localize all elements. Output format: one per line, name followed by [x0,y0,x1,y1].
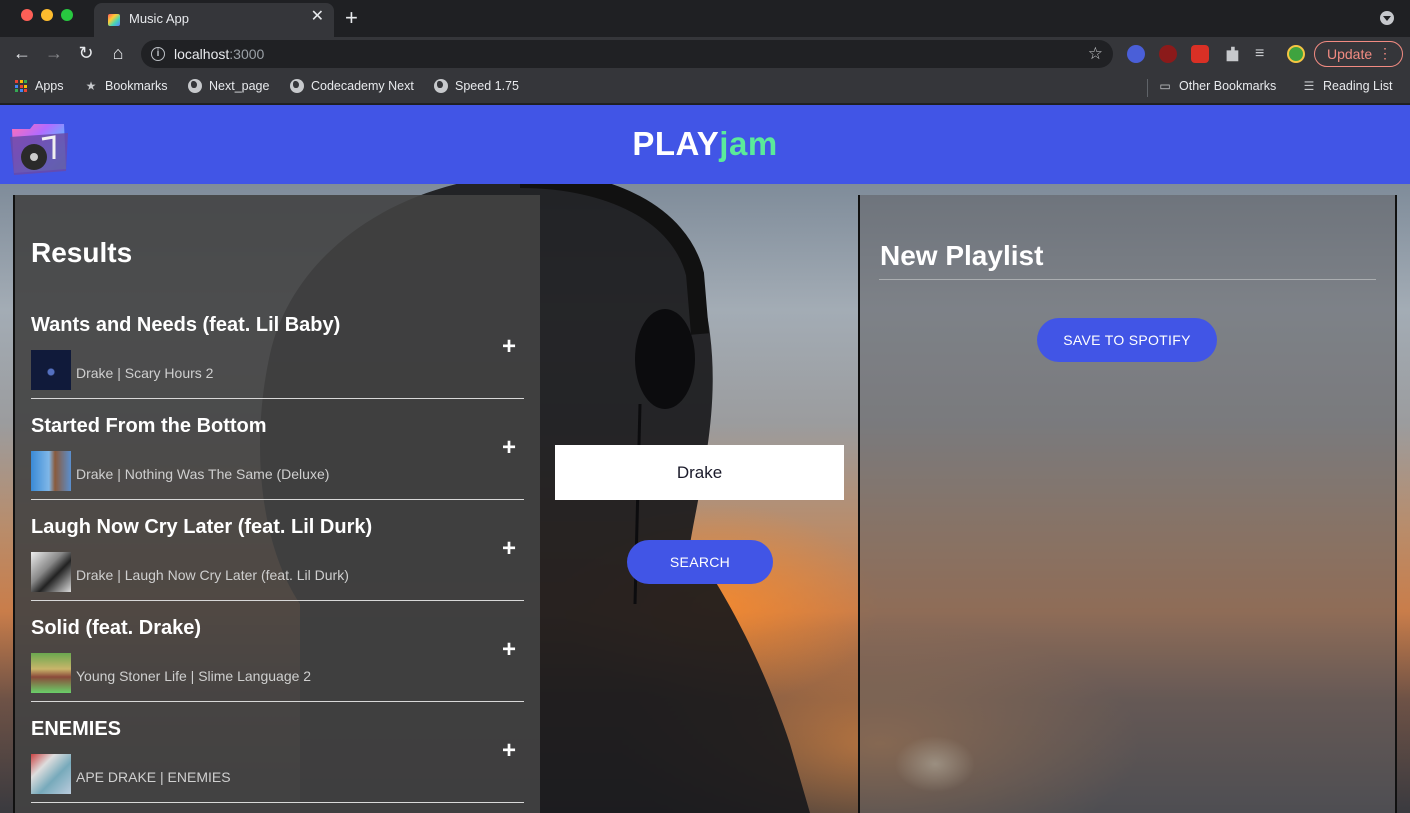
extension-red-icon[interactable] [1191,45,1209,63]
star-icon: ★ [85,79,97,93]
track-name: Wants and Needs (feat. Lil Baby) [31,314,341,336]
playlist-divider [879,279,1376,280]
playlist-panel: New Playlist SAVE TO SPOTIFY [860,195,1395,813]
browser-tabstrip: Music App ✕ + [0,0,1410,37]
bookmark-bookmarks[interactable]: ★ Bookmarks [84,79,168,93]
browser-toolbar: ← → ↻ ⌂ i localhost:3000 ☆ ≡ Update ⋮ [0,37,1410,71]
album-art [31,653,71,693]
home-icon[interactable]: ⌂ [107,42,129,64]
tab-title: Music App [129,11,189,26]
album-art [31,350,71,390]
results-panel: Results Wants and Needs (feat. Lil Baby)… [15,195,540,813]
globe-icon [188,79,202,93]
bookmark-speed[interactable]: Speed 1.75 [434,79,519,93]
album-art [31,451,71,491]
media-controls-icon[interactable]: ≡ [1255,45,1273,63]
tab-favicon-icon [108,14,120,26]
globe-icon [434,79,448,93]
back-arrow-icon[interactable]: ← [11,42,33,64]
album-art [31,552,71,592]
site-info-icon[interactable]: i [151,47,165,61]
track-row: Laugh Now Cry Later (feat. Lil Durk) Dra… [31,500,524,601]
add-track-button[interactable]: + [502,335,516,359]
track-artist-album: Drake | Laugh Now Cry Later (feat. Lil D… [76,567,349,583]
track-name: Solid (feat. Drake) [31,617,202,639]
bookmarks-bar: Apps ★ Bookmarks Next_page Codecademy Ne… [0,71,1410,104]
tab-close-icon[interactable]: ✕ [311,9,324,25]
bookmark-other[interactable]: ▭ Other Bookmarks [1158,79,1276,93]
track-name: Laugh Now Cry Later (feat. Lil Durk) [31,516,373,538]
track-name: ENEMIES [31,718,122,740]
search-input[interactable] [555,445,844,500]
brand-logo: PLAYjam [632,125,778,162]
track-row: ENEMIES APE DRAKE | ENEMIES + [31,702,524,803]
bookmark-reading-list[interactable]: ☰ Reading List [1302,79,1393,93]
save-to-spotify-button[interactable]: SAVE TO SPOTIFY [1037,318,1217,362]
extension-ublock-icon[interactable] [1159,45,1177,63]
track-row: Started From the Bottom Drake | Nothing … [31,399,524,500]
track-artist-album: APE DRAKE | ENEMIES [76,769,231,785]
forward-arrow-icon[interactable]: → [43,42,65,64]
track-name: Started From the Bottom [31,415,267,437]
new-tab-button[interactable]: + [345,7,358,29]
add-track-button[interactable]: + [502,638,516,662]
update-button[interactable]: Update ⋮ [1314,41,1403,67]
tab-search-icon[interactable] [1380,11,1394,25]
track-row: Wants and Needs (feat. Lil Baby) Drake |… [31,298,524,399]
reading-list-icon: ☰ [1303,79,1315,93]
apps-grid-icon [15,80,28,92]
track-artist-album: Drake | Nothing Was The Same (Deluxe) [76,466,330,482]
bookmarks-divider [1147,79,1148,97]
maximize-window-button[interactable] [61,9,73,21]
url-text[interactable]: localhost:3000 [174,46,264,62]
extension-ghost-icon[interactable] [1127,45,1145,63]
results-title: Results [31,237,133,268]
bookmark-codecademy[interactable]: Codecademy Next [290,79,414,93]
reload-icon[interactable]: ↻ [75,42,97,64]
album-art [31,754,71,794]
add-track-button[interactable]: + [502,436,516,460]
profile-avatar[interactable] [1287,45,1305,63]
track-artist-album: Drake | Scary Hours 2 [76,365,214,381]
add-track-button[interactable]: + [502,739,516,763]
bookmark-next-page[interactable]: Next_page [188,79,269,93]
close-window-button[interactable] [21,9,33,21]
playlist-name-input[interactable]: New Playlist [880,240,1043,272]
browser-tab-music-app[interactable]: Music App ✕ [94,3,334,37]
add-track-button[interactable]: + [502,537,516,561]
extensions-puzzle-icon[interactable] [1226,46,1239,62]
bookmark-apps[interactable]: Apps [15,79,64,93]
address-bar[interactable]: i localhost:3000 ☆ [141,40,1113,68]
browser-menu-icon[interactable]: ⋮ [1378,45,1392,62]
app-header: PLAYjam [0,105,1410,184]
search-button[interactable]: SEARCH [627,540,773,584]
minimize-window-button[interactable] [41,9,53,21]
track-artist-album: Young Stoner Life | Slime Language 2 [76,668,312,684]
track-row: Solid (feat. Drake) Young Stoner Life | … [31,601,524,702]
globe-icon [290,79,304,93]
app-root: PLAYjam Results Wants and Needs (feat. L… [0,105,1410,813]
folder-icon: ▭ [1159,79,1171,93]
bookmark-star-icon[interactable]: ☆ [1088,44,1103,64]
